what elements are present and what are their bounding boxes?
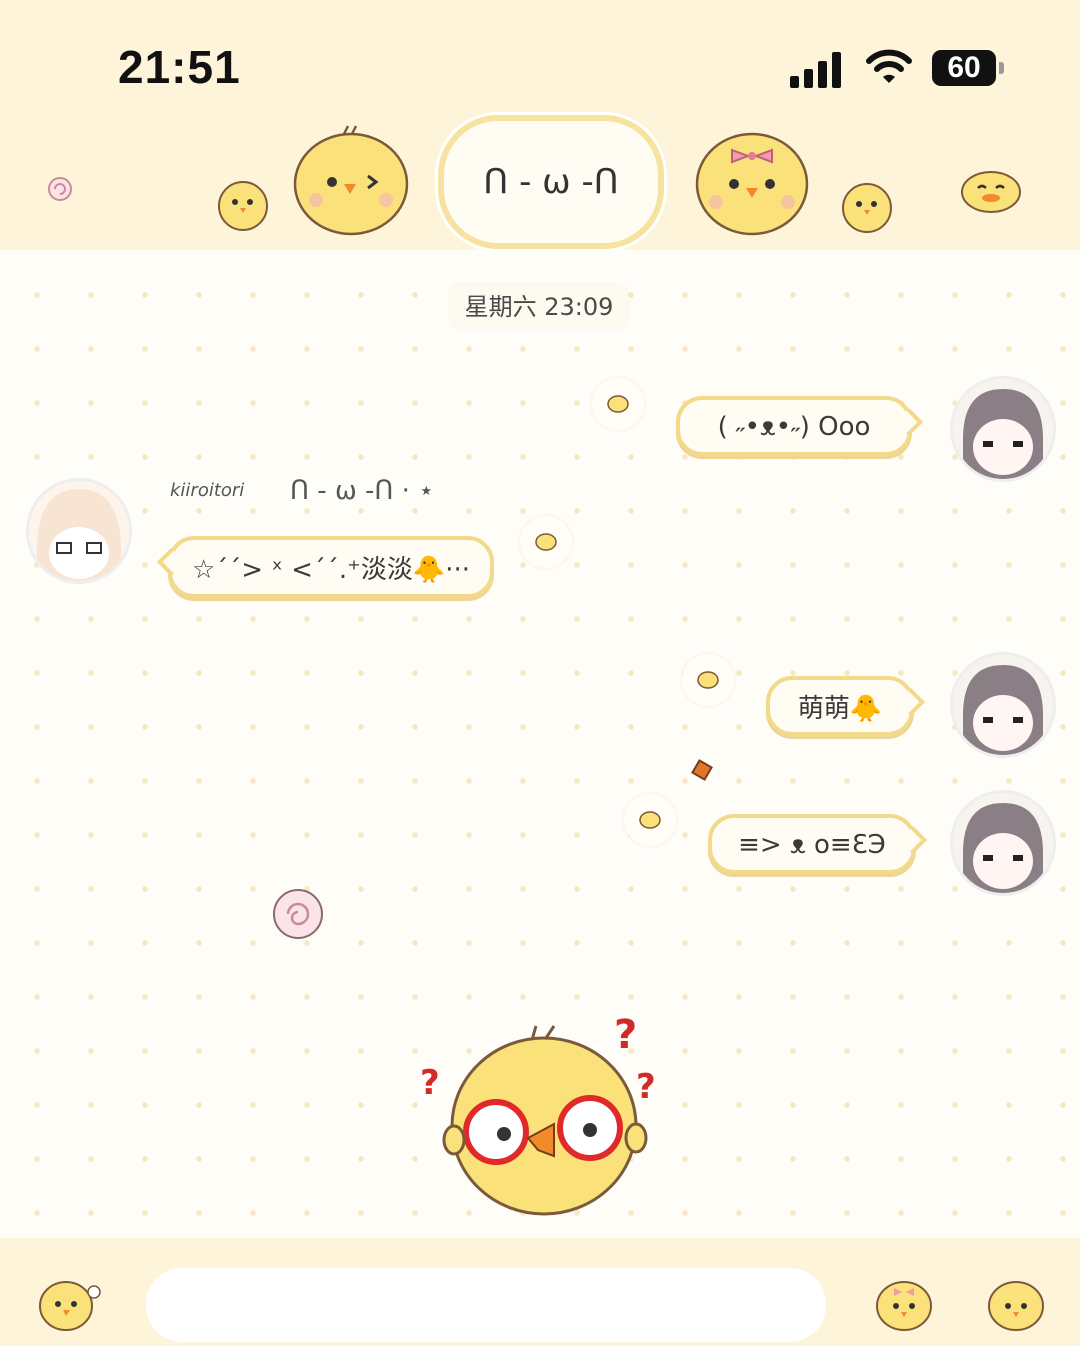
message-status-icon: [624, 794, 676, 846]
message-bubble[interactable]: ( ˶•ᴥ•˶) Ooo: [676, 396, 924, 456]
wifi-icon: [866, 49, 912, 83]
battery-indicator: 60: [932, 50, 1004, 86]
signal-icon: [790, 52, 846, 88]
status-time: 21:51: [118, 41, 241, 93]
message-text: ≡> ᴥ o≡ƐЭ: [738, 829, 886, 860]
chick-with-bow-icon: [695, 132, 809, 236]
svg-text:?: ?: [614, 1016, 637, 1058]
contact-avatar[interactable]: [26, 478, 132, 584]
rose-sticker-icon: [273, 889, 323, 939]
message-input[interactable]: [146, 1268, 826, 1342]
chick-decoration-icon: [842, 183, 892, 233]
date-separator: 星期六 23:09: [450, 284, 628, 330]
chat-title: ᑎ - ω -ᑎ: [483, 162, 619, 202]
sender-status: ᑎ - ω -ᑎ · ⋆: [290, 476, 435, 506]
voice-button[interactable]: [36, 1272, 102, 1332]
chat-title-bubble: ᑎ - ω -ᑎ: [438, 115, 664, 249]
emoji-button[interactable]: [874, 1274, 934, 1332]
my-avatar[interactable]: [950, 652, 1056, 758]
svg-text:?: ?: [636, 1067, 654, 1107]
message-status-icon: [520, 516, 572, 568]
chick-decoration-icon: [218, 181, 268, 231]
candy-sticker-icon: [691, 759, 713, 781]
message-status-icon: [682, 654, 734, 706]
chick-decoration-icon: [293, 125, 409, 236]
confused-chick-sticker[interactable]: ? ? ?: [414, 1016, 654, 1226]
my-avatar[interactable]: [950, 376, 1056, 482]
back-button[interactable]: [46, 175, 74, 203]
add-button[interactable]: [986, 1274, 1046, 1332]
status-bar: 21:51 60: [0, 0, 1080, 120]
message-bubble[interactable]: ≡> ᴥ o≡ƐЭ: [708, 814, 928, 874]
message-status-icon: [592, 378, 644, 430]
message-text: 萌萌🐥: [797, 693, 883, 724]
battery-level: 60: [947, 51, 981, 84]
sender-name: kiiroitori: [170, 480, 245, 501]
message-bubble[interactable]: ☆ˊˊ> ˣ <ˊˊ.⁺淡淡🐥···: [156, 536, 494, 598]
message-text: ( ˶•ᴥ•˶) Ooo: [717, 411, 871, 442]
message-bubble[interactable]: 萌萌🐥: [766, 676, 926, 736]
message-text: ☆ˊˊ> ˣ <ˊˊ.⁺淡淡🐥···: [191, 554, 471, 585]
chat-header: 21:51 60 ᑎ - ω -ᑎ: [0, 0, 1080, 250]
svg-text:?: ?: [420, 1063, 440, 1103]
more-options-button[interactable]: [958, 164, 1024, 214]
date-label: 星期六 23:09: [464, 293, 614, 321]
my-avatar[interactable]: [950, 790, 1056, 896]
